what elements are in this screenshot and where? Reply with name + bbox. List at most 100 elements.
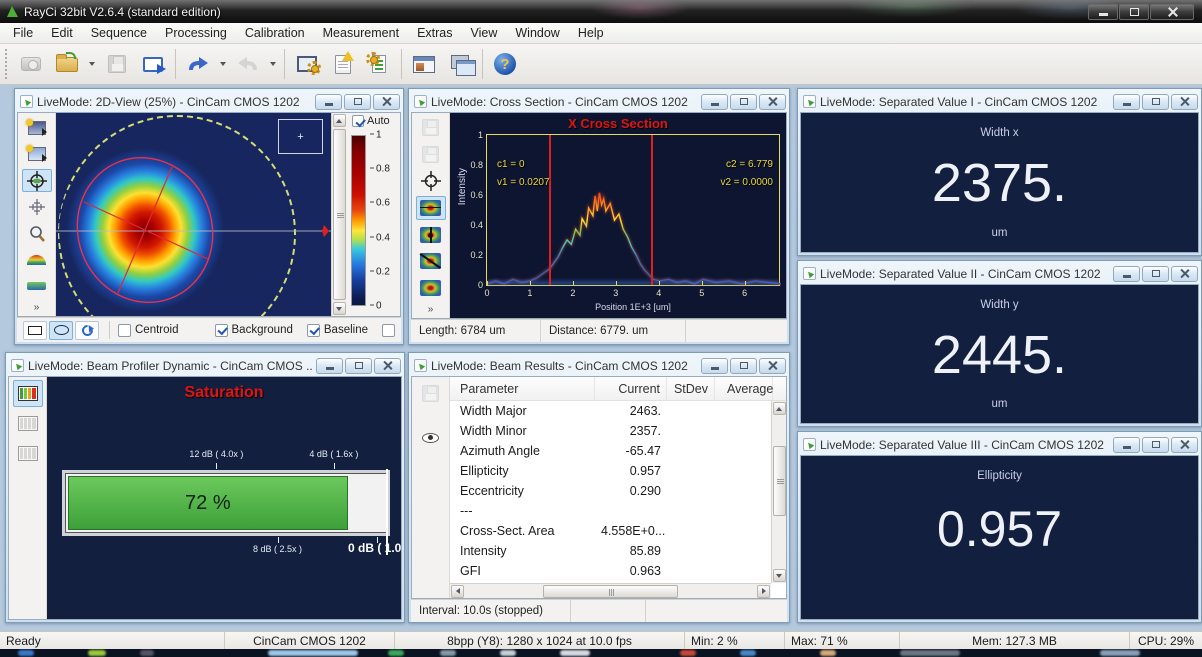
taskbar-icon[interactable] <box>88 650 106 656</box>
menu-edit[interactable]: Edit <box>42 23 82 43</box>
restore-button[interactable] <box>345 358 372 374</box>
x-cross-button[interactable] <box>416 196 446 220</box>
main-close-button[interactable] <box>1150 4 1194 20</box>
ellipse-region-button[interactable] <box>49 321 73 340</box>
scroll-down-button[interactable] <box>333 302 346 315</box>
main-restore-button[interactable] <box>1119 4 1149 20</box>
cursor-line-1[interactable] <box>549 135 551 285</box>
close-button[interactable] <box>1171 437 1198 453</box>
axes-tool-button[interactable] <box>22 195 52 218</box>
redo-dropdown-button[interactable] <box>266 47 280 81</box>
more-tools-button[interactable]: » <box>22 301 52 314</box>
table-row[interactable]: Azimuth Angle-65.47 <box>450 441 786 461</box>
rotate-region-button[interactable] <box>75 321 99 340</box>
device-settings-button[interactable] <box>289 47 325 81</box>
new-image-button[interactable] <box>22 116 52 139</box>
dynamic-view-3-button[interactable] <box>13 440 43 467</box>
cursor-line-2[interactable] <box>651 135 653 285</box>
minimize-button[interactable] <box>701 358 728 374</box>
column-current[interactable]: Current <box>595 377 667 400</box>
window-titlebar[interactable]: LiveMode: Separated Value I - CinCam CMO… <box>800 91 1199 112</box>
minimize-button[interactable] <box>1113 94 1140 110</box>
crosshair-select-button[interactable] <box>416 169 446 193</box>
y-cross-button[interactable] <box>416 223 446 247</box>
dynamic-view-2-button[interactable] <box>13 410 43 437</box>
minimize-button[interactable] <box>315 94 342 110</box>
window-titlebar[interactable]: LiveMode: 2D-View (25%) - CinCam CMOS 12… <box>17 91 401 112</box>
taskbar-tray[interactable] <box>1100 650 1140 656</box>
close-button[interactable] <box>373 94 400 110</box>
toolbar-grip[interactable] <box>5 49 10 79</box>
table-row[interactable]: Eccentricity0.290 <box>450 481 786 501</box>
close-button[interactable] <box>1171 94 1198 110</box>
report-button[interactable] <box>325 47 361 81</box>
active-task-button[interactable] <box>268 650 358 656</box>
column-stdev[interactable]: StDev <box>667 377 715 400</box>
scroll-up-button[interactable] <box>333 114 346 127</box>
palette-2d-button[interactable] <box>22 275 52 298</box>
scroll-down-button[interactable] <box>773 569 786 582</box>
cross-section-chart[interactable]: X Cross Section Intensity <box>450 113 786 318</box>
restore-button[interactable] <box>1142 94 1169 110</box>
taskbar-icon[interactable] <box>740 650 756 656</box>
restore-button[interactable] <box>344 94 371 110</box>
scroll-thumb[interactable] <box>543 585 678 598</box>
more-tools-button[interactable]: » <box>416 303 446 316</box>
minimize-button[interactable] <box>701 94 728 110</box>
camera-button[interactable] <box>13 47 49 81</box>
table-header[interactable]: Parameter Current StDev Average <box>450 377 786 401</box>
taskbar-icon[interactable] <box>388 650 404 656</box>
menu-view[interactable]: View <box>462 23 507 43</box>
close-button[interactable] <box>759 358 786 374</box>
close-button[interactable] <box>374 358 401 374</box>
table-row[interactable]: Width Major2463. <box>450 401 786 421</box>
taskbar-icon[interactable] <box>900 650 960 656</box>
taskbar-icon[interactable] <box>560 650 590 656</box>
taskbar-icon[interactable] <box>680 650 696 656</box>
open-dropdown-button[interactable] <box>85 47 99 81</box>
taskbar-icon[interactable] <box>440 650 456 656</box>
auto-checkbox[interactable] <box>352 115 364 127</box>
save-button[interactable] <box>99 47 135 81</box>
vertical-scrollbar[interactable] <box>331 113 346 316</box>
save-data-button[interactable] <box>416 116 446 140</box>
export-image-button[interactable] <box>135 47 171 81</box>
baseline-checkbox[interactable] <box>307 324 320 337</box>
crosshair-tool-button[interactable] <box>22 169 52 192</box>
preferences-button[interactable] <box>361 47 397 81</box>
table-row[interactable]: Ellipticity0.957 <box>450 461 786 481</box>
os-taskbar[interactable] <box>0 649 1202 657</box>
minimize-button[interactable] <box>1113 266 1140 282</box>
menu-processing[interactable]: Processing <box>156 23 236 43</box>
scroll-right-button[interactable] <box>757 585 770 598</box>
zoom-tool-button[interactable] <box>22 222 52 245</box>
undo-button[interactable] <box>180 47 216 81</box>
redo-button[interactable] <box>230 47 266 81</box>
extra-checkbox[interactable] <box>382 324 395 337</box>
table-row[interactable]: --- <box>450 501 786 521</box>
undo-dropdown-button[interactable] <box>216 47 230 81</box>
restore-button[interactable] <box>1142 437 1169 453</box>
window-titlebar[interactable]: LiveMode: Cross Section - CinCam CMOS 12… <box>411 91 787 112</box>
diagonal-cross-button[interactable] <box>416 250 446 274</box>
table-row[interactable]: Intensity85.89 <box>450 541 786 561</box>
watch-button[interactable] <box>416 424 446 451</box>
menu-measurement[interactable]: Measurement <box>314 23 408 43</box>
menu-help[interactable]: Help <box>569 23 613 43</box>
window-titlebar[interactable]: LiveMode: Beam Results - CinCam CMOS 120… <box>411 355 787 376</box>
taskbar-icon[interactable] <box>500 650 516 656</box>
image-viewer-button[interactable] <box>406 47 442 81</box>
rect-region-button[interactable] <box>23 321 47 340</box>
scroll-up-button[interactable] <box>773 402 786 415</box>
minimize-button[interactable] <box>1113 437 1140 453</box>
scroll-thumb[interactable] <box>333 129 346 300</box>
taskbar-icon[interactable] <box>820 650 836 656</box>
taskbar-icon[interactable] <box>140 650 154 656</box>
save-results-button[interactable] <box>416 380 446 407</box>
scroll-left-button[interactable] <box>451 585 464 598</box>
help-button[interactable]: ? <box>487 47 523 81</box>
table-row[interactable]: Width Minor2357. <box>450 421 786 441</box>
start-orb-icon[interactable] <box>18 650 34 656</box>
saturation-view-button[interactable] <box>13 380 43 407</box>
results-vertical-scrollbar[interactable] <box>771 401 786 583</box>
